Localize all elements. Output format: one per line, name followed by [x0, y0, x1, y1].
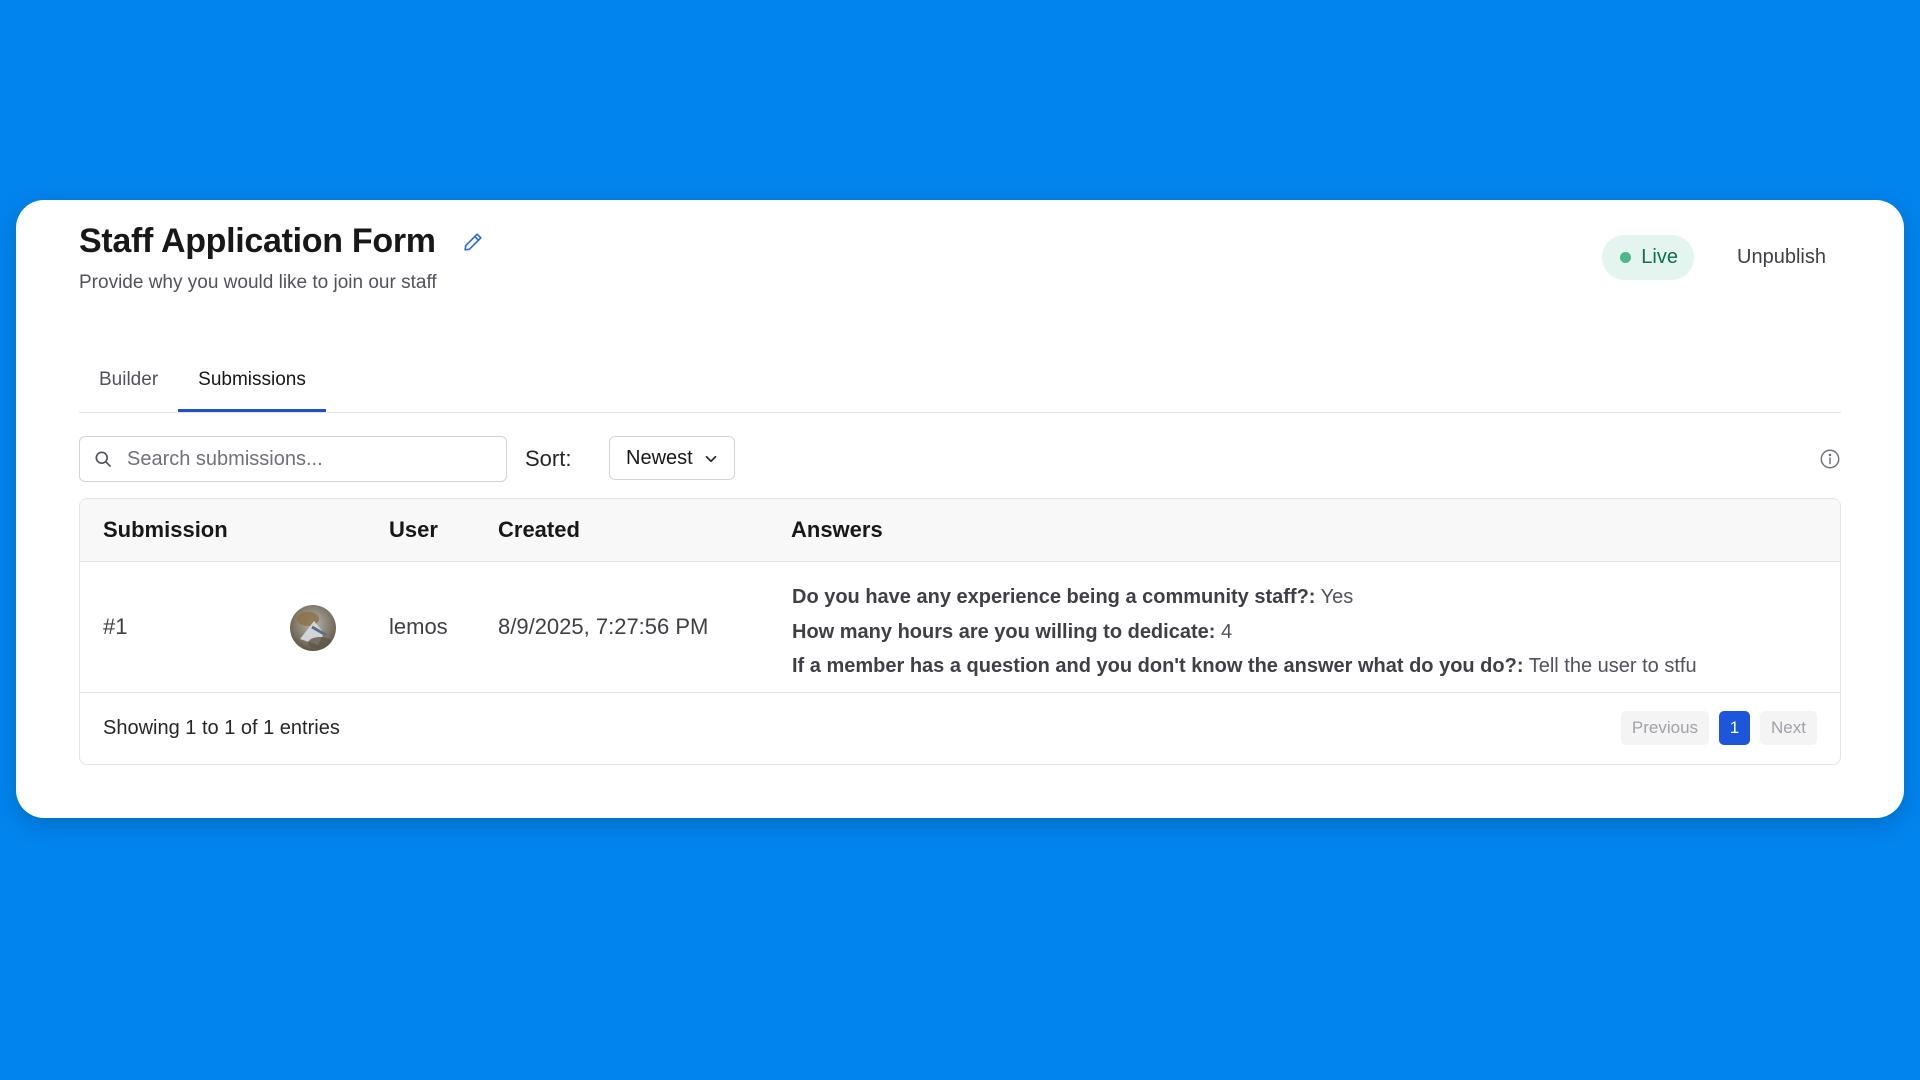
- next-page-button[interactable]: Next: [1760, 711, 1817, 745]
- answer-value: 4: [1220, 620, 1233, 643]
- tab-builder[interactable]: Builder: [79, 350, 178, 410]
- table-header: Submission User Created Answers: [80, 499, 1840, 562]
- sort-value: Newest: [626, 446, 693, 469]
- column-header-created: Created: [498, 517, 580, 542]
- entries-count: Showing 1 to 1 of 1 entries: [103, 716, 340, 739]
- answer-question: Do you have any experience being a commu…: [792, 586, 1316, 608]
- submission-user: lemos: [389, 614, 448, 639]
- answer-question: How many hours are you willing to dedica…: [792, 620, 1216, 643]
- previous-page-button[interactable]: Previous: [1620, 711, 1710, 745]
- status-label: Live: [1641, 246, 1678, 268]
- submissions-toolbar: Sort: Newest: [79, 436, 1841, 482]
- answer-line: How many hours are you willing to dedica…: [792, 615, 1697, 650]
- submissions-table: Submission User Created Answers #1 lemos…: [79, 498, 1841, 765]
- submission-created: 8/9/2025, 7:27:56 PM: [498, 614, 709, 639]
- tab-builder-label: Builder: [99, 369, 159, 390]
- tab-bar: Builder Submissions: [79, 350, 1841, 413]
- title-row: Staff Application Form: [79, 222, 484, 261]
- avatar: [290, 605, 336, 651]
- column-header-answers: Answers: [791, 517, 883, 542]
- search-input[interactable]: [125, 446, 489, 472]
- page-description: Provide why you would like to join our s…: [79, 272, 437, 293]
- column-header-user: User: [389, 517, 438, 542]
- chevron-down-icon: [702, 450, 720, 468]
- form-card: Staff Application Form Provide why you w…: [16, 200, 1904, 818]
- submission-id: #1: [103, 614, 128, 639]
- card-content: Staff Application Form Provide why you w…: [79, 200, 1841, 818]
- pencil-icon[interactable]: [462, 231, 484, 253]
- search-box: [79, 436, 507, 482]
- answer-line: Do you have any experience being a commu…: [792, 580, 1697, 615]
- status-badge: Live: [1602, 235, 1694, 280]
- sort-select[interactable]: Newest: [609, 436, 735, 480]
- table-footer: Showing 1 to 1 of 1 entries Previous 1 N…: [80, 693, 1840, 763]
- page-title: Staff Application Form: [79, 222, 436, 260]
- table-row[interactable]: #1 lemos 8/9/2025, 7:27:56 PM Do you hav…: [80, 562, 1840, 693]
- page-1-button[interactable]: 1: [1719, 711, 1751, 745]
- pagination: Previous 1 Next: [1620, 711, 1817, 745]
- column-header-submission: Submission: [103, 517, 228, 542]
- sort-label: Sort:: [525, 446, 572, 471]
- status-dot-icon: [1620, 252, 1632, 263]
- answer-value: Yes: [1320, 586, 1354, 608]
- answer-question: If a member has a question and you don't…: [792, 655, 1524, 677]
- submission-answers: Do you have any experience being a commu…: [792, 580, 1697, 684]
- answer-line: If a member has a question and you don't…: [792, 649, 1697, 684]
- search-icon: [93, 449, 113, 469]
- tab-submissions-label: Submissions: [198, 368, 306, 390]
- answer-value: Tell the user to stfu: [1528, 655, 1697, 677]
- unpublish-button[interactable]: Unpublish: [1722, 235, 1841, 280]
- info-icon[interactable]: [1819, 448, 1841, 470]
- tab-submissions[interactable]: Submissions: [178, 350, 326, 412]
